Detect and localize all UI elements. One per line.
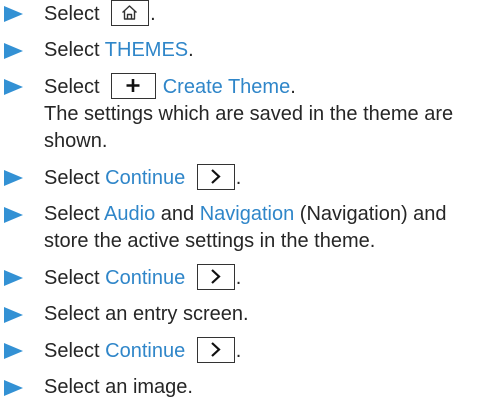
step-item: Select Continue . — [0, 164, 495, 192]
continue-button — [196, 264, 235, 290]
step-arrow-icon — [4, 270, 23, 286]
step-period: . — [290, 76, 296, 98]
step-arrow-icon — [4, 43, 23, 59]
step-period: . — [235, 340, 242, 362]
step-arrow-icon — [4, 380, 23, 396]
step-period: . — [235, 167, 242, 189]
step-note: The settings which are saved in the them… — [44, 103, 454, 152]
step-item: Select . — [0, 0, 495, 28]
continue-link[interactable]: Continue — [105, 340, 185, 362]
step-text: Select — [44, 340, 100, 362]
step-text-and: and — [160, 203, 195, 225]
continue-link[interactable]: Continue — [105, 167, 185, 189]
step-arrow-icon — [4, 343, 23, 359]
navigation-link[interactable]: Navigation — [200, 203, 295, 225]
create-theme-button — [111, 73, 157, 99]
continue-link[interactable]: Continue — [105, 267, 185, 289]
step-text: Select — [44, 39, 100, 61]
step-arrow-icon — [4, 170, 23, 186]
step-item: Select Audio and Navigation (Navigation)… — [0, 201, 484, 255]
continue-button — [196, 337, 235, 363]
step-item: Select Continue . — [0, 337, 495, 365]
step-item: Select an image. — [0, 374, 495, 401]
step-text: Select — [44, 76, 100, 98]
continue-button — [196, 164, 235, 190]
home-button — [111, 0, 150, 26]
step-arrow-icon — [4, 6, 23, 22]
plus-icon — [126, 79, 140, 92]
audio-link[interactable]: Audio — [104, 203, 155, 225]
step-period: . — [150, 3, 156, 25]
step-item: Select Create Theme. The settings which … — [0, 73, 484, 155]
chevron-right-icon — [211, 269, 221, 284]
chevron-right-icon — [211, 342, 221, 357]
step-item: Select THEMES. — [0, 37, 495, 64]
step-arrow-icon — [4, 307, 23, 323]
instruction-steps: Select . Select THEMES. Select Create Th… — [0, 0, 495, 410]
create-theme-link[interactable]: Create Theme — [163, 76, 290, 98]
step-period: . — [188, 39, 194, 61]
step-text: Select — [44, 267, 100, 289]
step-text: Select — [44, 3, 100, 25]
step-item: Select Continue . — [0, 264, 495, 292]
step-item: Select an entry screen. — [0, 301, 495, 328]
step-arrow-icon — [4, 207, 23, 223]
step-period: . — [235, 267, 242, 289]
step-text: Select — [44, 203, 100, 225]
step-text: Select an entry screen. — [44, 303, 249, 325]
step-text: Select an image. — [44, 376, 193, 398]
themes-link[interactable]: THEMES — [105, 39, 188, 61]
home-icon — [122, 5, 138, 20]
step-arrow-icon — [4, 79, 23, 95]
chevron-right-icon — [211, 169, 221, 184]
step-text: Select — [44, 167, 100, 189]
